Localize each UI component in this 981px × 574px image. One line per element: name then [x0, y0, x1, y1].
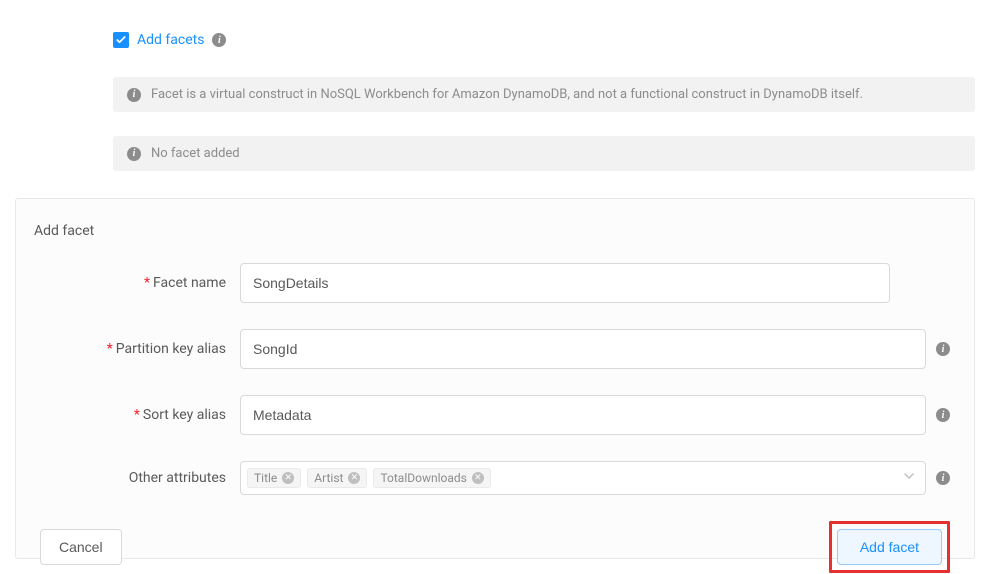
info-icon: i: [127, 88, 141, 102]
other-attributes-select[interactable]: Title✕ Artist✕ TotalDownloads✕: [240, 461, 926, 495]
add-facet-panel: Add facet *Facet name *Partition key ali…: [15, 198, 975, 559]
tag-title: Title✕: [247, 468, 301, 488]
sort-key-alias-input[interactable]: [240, 395, 926, 435]
add-facet-highlight: Add facet: [829, 521, 950, 573]
cancel-button[interactable]: Cancel: [40, 529, 122, 565]
chevron-down-icon[interactable]: [903, 470, 915, 486]
notice-text: No facet added: [151, 146, 240, 161]
close-icon[interactable]: ✕: [282, 472, 294, 484]
add-facets-checkbox[interactable]: [113, 32, 129, 48]
notice-text: Facet is a virtual construct in NoSQL Wo…: [151, 87, 863, 102]
facet-name-label: *Facet name: [40, 275, 240, 291]
panel-title: Add facet: [34, 223, 950, 239]
partition-key-alias-input[interactable]: [240, 329, 926, 369]
info-icon[interactable]: i: [936, 408, 950, 422]
close-icon[interactable]: ✕: [348, 472, 360, 484]
info-icon[interactable]: i: [936, 342, 950, 356]
tag-artist: Artist✕: [307, 468, 367, 488]
tag-totaldownloads: TotalDownloads✕: [373, 468, 490, 488]
other-attributes-label: Other attributes: [40, 470, 240, 486]
info-icon: i: [127, 147, 141, 161]
add-facet-button[interactable]: Add facet: [837, 529, 942, 565]
close-icon[interactable]: ✕: [472, 472, 484, 484]
facet-description-notice: i Facet is a virtual construct in NoSQL …: [113, 77, 975, 112]
sort-key-alias-label: *Sort key alias: [40, 407, 240, 423]
facet-name-input[interactable]: [240, 263, 890, 303]
partition-key-alias-label: *Partition key alias: [40, 341, 240, 357]
no-facet-notice: i No facet added: [113, 136, 975, 171]
add-facets-label[interactable]: Add facets: [137, 32, 204, 48]
info-icon[interactable]: i: [212, 33, 226, 47]
info-icon[interactable]: i: [936, 471, 950, 485]
